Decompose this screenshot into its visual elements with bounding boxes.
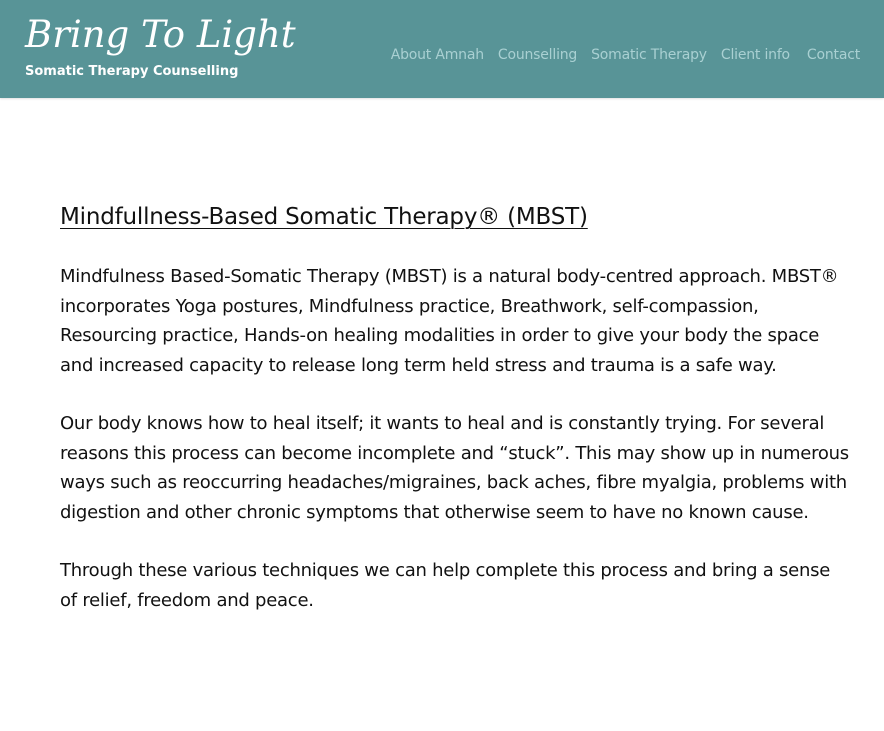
paragraph-body-heals: Our body knows how to heal itself; it wa… <box>60 413 849 523</box>
nav-somatic-therapy[interactable]: Somatic Therapy <box>591 45 707 65</box>
main-nav: About Amnah Counselling Somatic Therapy … <box>377 45 860 65</box>
main-content: Mindfullness-Based Somatic Therapy® (MBS… <box>60 200 850 615</box>
paragraph-techniques: Through these various techniques we can … <box>60 560 831 611</box>
brand-title[interactable]: Bring To Light <box>25 12 296 58</box>
site-header: Bring To Light Somatic Therapy Counselli… <box>0 0 884 98</box>
nav-contact[interactable]: Contact <box>807 45 860 65</box>
nav-client-info[interactable]: Client info <box>721 45 790 65</box>
nav-about-amnah[interactable]: About Amnah <box>391 45 484 65</box>
paragraph-intro: Mindfulness Based-Somatic Therapy (MBST)… <box>60 266 839 376</box>
brand-logo[interactable]: Bring To Light Somatic Therapy Counselli… <box>25 12 296 81</box>
nav-counselling[interactable]: Counselling <box>498 45 577 65</box>
page-title: Mindfullness-Based Somatic Therapy® (MBS… <box>60 204 588 230</box>
brand-subtitle: Somatic Therapy Counselling <box>25 64 239 79</box>
